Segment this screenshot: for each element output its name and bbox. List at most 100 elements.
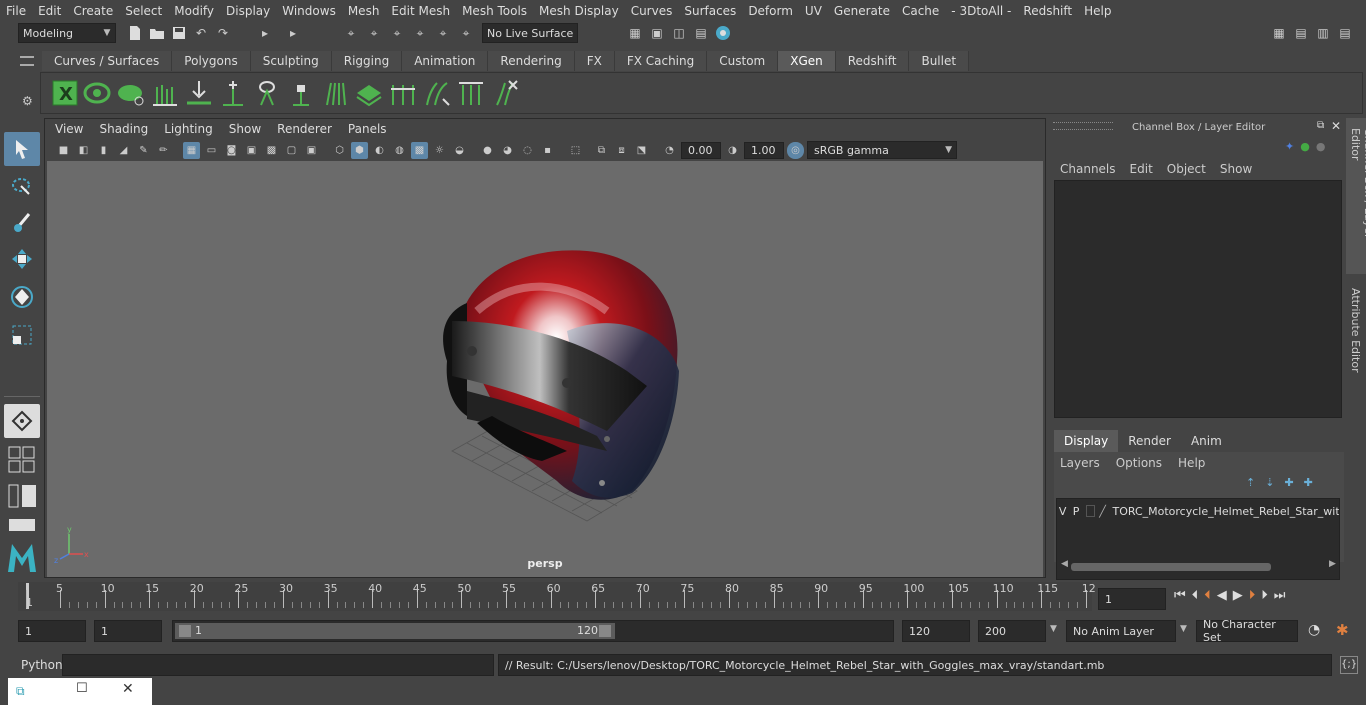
color-space-dropdown[interactable]: sRGB gamma ▼ [807,141,957,159]
color-management-icon[interactable]: ◎ [787,141,804,159]
go-to-end-icon[interactable]: ⏭ [1274,588,1286,603]
layer-scrollbar[interactable] [1071,563,1271,571]
maximize-icon[interactable]: ☐ [76,681,88,696]
cb-menu-object[interactable]: Object [1167,162,1206,176]
depth-of-field-icon[interactable]: ▪ [539,142,556,159]
xgen-guides-to-curves-icon[interactable] [423,79,451,107]
layer-color-icon[interactable]: ╱ [1099,505,1112,518]
snap-grid-icon[interactable]: ⌖ [342,24,360,42]
render-view-icon[interactable]: ▤ [692,24,710,42]
menu-mesh-tools[interactable]: Mesh Tools [456,4,533,18]
new-layer-icon[interactable]: ✚ [1284,476,1293,489]
menu-deform[interactable]: Deform [742,4,799,18]
go-to-start-icon[interactable]: ⏮ [1174,588,1186,603]
camera-select-icon[interactable]: ■ [55,142,72,159]
wireframe-icon[interactable]: ⬡ [331,142,348,159]
wireframe-on-shaded-icon[interactable]: ◍ [391,142,408,159]
move-layer-down-icon[interactable]: ⇣ [1265,476,1274,489]
tab-rendering[interactable]: Rendering [488,51,575,71]
vp-menu-view[interactable]: View [47,122,91,136]
cb-menu-channels[interactable]: Channels [1060,162,1116,176]
menu-3dtoall[interactable]: - 3DtoAll - [945,4,1017,18]
layout-quad-icon[interactable] [8,446,38,474]
le-menu-layers[interactable]: Layers [1060,456,1100,470]
xgen-curves-to-guides-icon[interactable] [457,79,485,107]
snap-surface-icon[interactable]: ⌖ [434,24,452,42]
shadows-icon[interactable]: ◒ [451,142,468,159]
step-forward-icon[interactable]: ⏵ [1261,588,1268,603]
tab-custom[interactable]: Custom [707,51,779,71]
vp-menu-show[interactable]: Show [221,122,269,136]
end-time-field[interactable]: 200 [978,620,1046,642]
float-panel-icon[interactable]: ⧉ [1317,120,1324,131]
gate-mask-icon[interactable]: ▣ [243,142,260,159]
maya-window-icon[interactable]: ⧉ [16,684,25,699]
tab-xgen[interactable]: XGen [778,51,836,71]
toggle-attr-icon[interactable]: ▤ [1336,24,1354,42]
menu-surfaces[interactable]: Surfaces [678,4,742,18]
new-layer-selected-icon[interactable]: ✚ [1304,476,1313,489]
hypershade-icon[interactable] [714,24,732,42]
exposure-field[interactable]: 0.00 [681,141,721,159]
menu-uv[interactable]: UV [799,4,828,18]
tab-animation[interactable]: Animation [402,51,489,71]
axis-icon[interactable]: ✦ [1285,140,1294,153]
film-gate-icon[interactable]: ▭ [203,142,220,159]
camera-attr-icon[interactable]: ◧ [75,142,92,159]
selection-mask-icon[interactable]: ▸ [256,24,274,42]
close-panel-icon[interactable]: ✕ [1331,119,1341,133]
xgen-transfer-icon[interactable] [389,79,417,107]
chevron-down-icon[interactable]: ▼ [1050,624,1057,634]
layer-visibility-toggle[interactable]: V [1057,505,1068,518]
ipr-render-icon[interactable]: ◫ [670,24,688,42]
default-material-icon[interactable]: ◐ [371,142,388,159]
select-tool-button[interactable] [4,132,40,166]
live-surface-field[interactable]: No Live Surface [482,23,578,43]
move-tool-button[interactable] [4,242,40,276]
layer-type-toggle[interactable] [1085,505,1096,517]
xgen-delete-guide-icon[interactable] [491,79,519,107]
shelf-menu-icon[interactable] [20,56,34,66]
menu-create[interactable]: Create [67,4,119,18]
move-layer-up-icon[interactable]: ⇡ [1246,476,1255,489]
step-forward-key-icon[interactable]: ⏵ [1249,588,1256,603]
anti-alias-icon[interactable]: ◌ [519,142,536,159]
tab-sculpting[interactable]: Sculpting [250,51,332,71]
tab-bullet[interactable]: Bullet [909,51,970,71]
close-icon[interactable]: ✕ [122,681,134,697]
vp-menu-renderer[interactable]: Renderer [269,122,340,136]
menu-modify[interactable]: Modify [168,4,220,18]
layer-playback-toggle[interactable]: P [1070,505,1081,518]
anim-start-field[interactable]: 1 [94,620,162,642]
layout-outliner-icon[interactable] [8,484,38,508]
cb-menu-edit[interactable]: Edit [1130,162,1153,176]
render-settings-icon[interactable]: ▦ [626,24,644,42]
script-editor-icon[interactable]: {;} [1340,656,1358,674]
menu-edit[interactable]: Edit [32,4,67,18]
smooth-shade-icon[interactable]: ⬢ [351,141,368,159]
snap-curve-icon[interactable]: ⌖ [365,24,383,42]
anim-layer-dropdown[interactable]: No Anim Layer [1066,620,1176,642]
last-tool-button[interactable] [4,404,40,438]
toggle-layout-icon[interactable]: ▥ [1314,24,1332,42]
range-slider[interactable]: 1 120 [172,620,894,642]
tab-rigging[interactable]: Rigging [331,51,403,71]
menu-mesh[interactable]: Mesh [342,4,386,18]
tab-polygons[interactable]: Polygons [172,51,251,71]
xray-components-icon[interactable]: ⬔ [633,142,650,159]
undo-icon[interactable]: ↶ [192,24,210,42]
isolate-select-icon[interactable]: ⬚ [567,142,584,159]
range-bar[interactable]: 1 120 [175,623,615,639]
open-scene-icon[interactable] [148,24,166,42]
anim-end-field[interactable]: 120 [902,620,970,642]
xgen-editor-icon[interactable]: X [51,79,79,107]
menu-display[interactable]: Display [220,4,276,18]
redo-icon[interactable]: ↷ [214,24,232,42]
field-chart-icon[interactable]: ▩ [263,142,280,159]
bookmark-icon[interactable]: ▮ [95,142,112,159]
save-scene-icon[interactable] [170,24,188,42]
workspace-icon[interactable]: ▦ [1270,24,1288,42]
xgen-groom-icon[interactable] [151,79,179,107]
layer-name[interactable]: TORC_Motorcycle_Helmet_Rebel_Star_with_ [1112,505,1339,518]
textured-icon[interactable]: ▩ [411,141,428,159]
